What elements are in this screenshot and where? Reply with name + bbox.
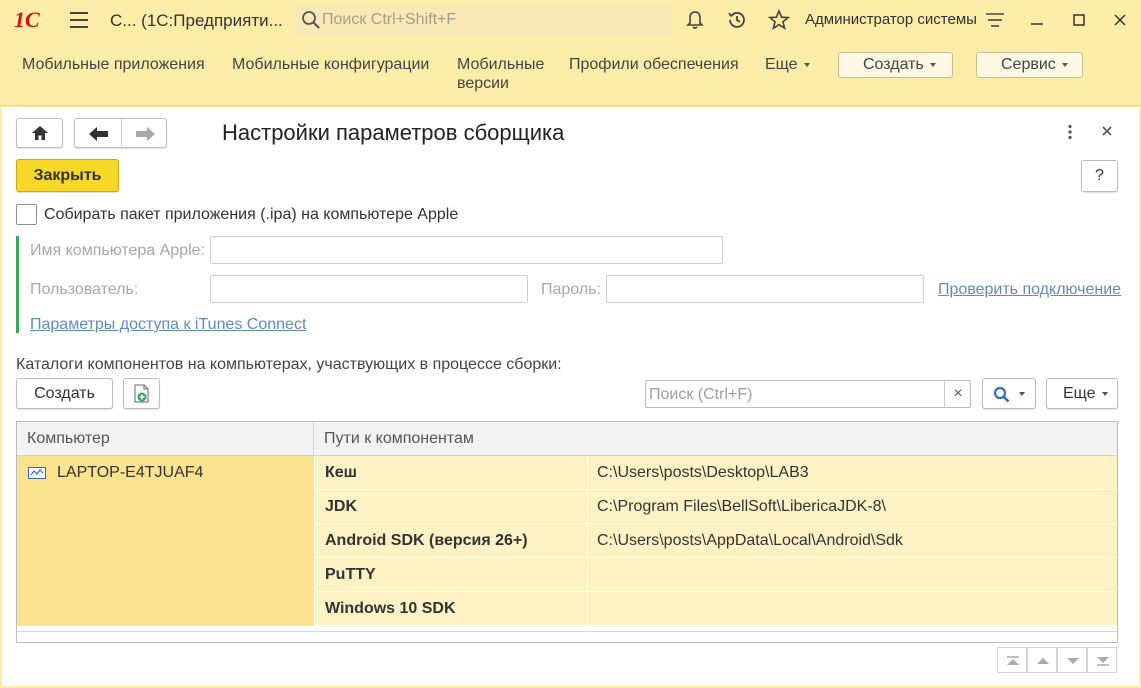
components-table: Компьютер Пути к компонентам LAPTOP-E4TJ… [16, 421, 1118, 643]
help-button[interactable]: ? [1081, 160, 1118, 192]
component-name: Windows 10 SDK [325, 600, 456, 617]
password-field[interactable] [606, 275, 924, 303]
forward-arrow-icon[interactable] [135, 127, 155, 141]
list-more-label: Еще [1063, 385, 1096, 402]
apple-build-checkbox-label[interactable]: Собирать пакет приложения (.ipa) на комп… [44, 206, 458, 224]
chevron-down-icon [1061, 62, 1068, 67]
table-row[interactable]: JDK C:\Program Files\BellSoft\LibericaJD… [315, 490, 1117, 524]
scroll-to-bottom-button[interactable] [1087, 647, 1117, 673]
create-button[interactable]: Создать [16, 378, 113, 409]
history-icon[interactable] [726, 9, 748, 31]
row-separator [587, 592, 588, 626]
window-close-icon[interactable] [1110, 10, 1130, 30]
list-search-placeholder: Поиск (Ctrl+F) [649, 386, 753, 403]
computer-cell[interactable]: LAPTOP-E4TJUAF4 [17, 456, 314, 626]
global-search-input[interactable]: Поиск Ctrl+Shift+F [296, 5, 672, 35]
scroll-to-top-button[interactable] [997, 647, 1027, 673]
row-separator [587, 456, 588, 490]
scroll-up-button[interactable] [1027, 647, 1057, 673]
row-separator [587, 524, 588, 558]
global-search-placeholder: Поиск Ctrl+Shift+F [322, 11, 457, 28]
scroll-down-button[interactable] [1057, 647, 1087, 673]
component-name: Android SDK (версия 26+) [325, 532, 528, 549]
component-path: C:\Program Files\BellSoft\LibericaJDK-8\ [597, 498, 886, 515]
settings-menu-icon[interactable] [984, 9, 1006, 31]
menu-create-label: Создать [863, 56, 924, 73]
component-name: Кеш [325, 464, 357, 481]
last-page-icon [1097, 657, 1109, 666]
close-form-icon[interactable] [1100, 124, 1114, 138]
column-header-computer[interactable]: Компьютер [17, 422, 314, 456]
check-connection-link[interactable]: Проверить подключение [938, 281, 1121, 299]
current-user-name[interactable]: Администратор системы [805, 11, 977, 28]
menu-service-label: Сервис [1001, 56, 1056, 73]
section-menu-bar: Мобильные приложения Мобильные конфигура… [0, 40, 1141, 106]
home-button[interactable] [16, 118, 63, 148]
apple-group-bar [16, 236, 19, 333]
search-icon [302, 11, 320, 29]
menu-service-button[interactable]: Сервис [976, 52, 1083, 78]
table-row[interactable]: Android SDK (версия 26+) C:\Users\posts\… [315, 524, 1117, 558]
search-icon [993, 386, 1010, 403]
maximize-icon[interactable] [1069, 10, 1089, 30]
menu-more-label: Еще [765, 56, 798, 73]
menu-item-mobile-configs[interactable]: Мобильные конфигурации [232, 55, 429, 74]
add-document-icon [134, 384, 149, 403]
nav-separator [121, 119, 122, 147]
table-row[interactable]: PuTTY [315, 558, 1117, 592]
apple-build-checkbox[interactable] [16, 204, 37, 225]
computer-name: LAPTOP-E4TJUAF4 [57, 464, 204, 481]
minimize-icon[interactable] [1027, 10, 1047, 30]
clear-search-icon[interactable]: × [944, 381, 971, 407]
menu-item-provisioning-profiles[interactable]: Профили обеспечения [569, 55, 739, 74]
title-bar: 1С С... (1С:Предприяти... Поиск Ctrl+Shi… [0, 0, 1141, 40]
page-down-icon [1067, 658, 1079, 664]
first-page-icon [1007, 656, 1019, 665]
add-from-file-button[interactable] [123, 378, 160, 409]
menu-item-mobile-versions[interactable]: Мобильные версии [457, 55, 544, 93]
form-panel: Настройки параметров сборщика Закрыть ? … [2, 107, 1139, 686]
back-arrow-icon[interactable] [89, 127, 109, 141]
chevron-down-icon [803, 62, 810, 67]
bell-icon[interactable] [684, 9, 706, 31]
list-search-input[interactable]: Поиск (Ctrl+F) × [645, 380, 971, 408]
app-logo: 1С [14, 7, 40, 32]
component-path: C:\Users\posts\AppData\Local\Android\Sdk [597, 532, 903, 549]
catalog-label: Каталоги компонентов на компьютерах, уча… [16, 356, 562, 373]
user-label: Пользователь: [30, 281, 139, 298]
list-more-button[interactable]: Еще [1046, 378, 1118, 409]
component-name: PuTTY [325, 566, 376, 583]
home-icon [32, 126, 48, 140]
page-up-icon [1037, 658, 1049, 664]
component-name: JDK [325, 498, 358, 515]
apple-host-field[interactable] [210, 236, 723, 264]
menu-more-button[interactable]: Еще [765, 55, 810, 74]
table-row[interactable]: Windows 10 SDK [315, 592, 1117, 626]
component-path: C:\Users\posts\Desktop\LAB3 [597, 464, 809, 481]
window-title: С... (1С:Предприяти... [110, 11, 283, 30]
chevron-down-icon [929, 62, 936, 67]
user-field[interactable] [210, 275, 528, 303]
table-bottom-line [17, 631, 1117, 632]
row-separator [587, 558, 588, 592]
favorites-star-icon[interactable] [768, 9, 790, 31]
chevron-down-icon [1101, 391, 1108, 396]
column-header-paths[interactable]: Пути к компонентам [314, 422, 1117, 456]
find-button[interactable] [982, 378, 1036, 409]
history-nav [74, 118, 167, 148]
close-button[interactable]: Закрыть [16, 159, 119, 192]
more-actions-icon[interactable] [1062, 124, 1078, 140]
password-label: Пароль: [541, 281, 601, 298]
table-row[interactable]: Кеш C:\Users\posts\Desktop\LAB3 [315, 456, 1117, 490]
computer-icon [28, 467, 46, 479]
main-menu-icon[interactable] [70, 12, 88, 28]
menu-create-button[interactable]: Создать [838, 52, 953, 78]
chevron-down-icon [1019, 392, 1025, 396]
apple-host-label: Имя компьютера Apple: [30, 242, 205, 259]
itunes-connect-link[interactable]: Параметры доступа к iTunes Connect [30, 316, 306, 334]
row-separator [587, 490, 588, 524]
form-title: Настройки параметров сборщика [222, 120, 565, 145]
menu-item-mobile-apps[interactable]: Мобильные приложения [22, 55, 205, 74]
